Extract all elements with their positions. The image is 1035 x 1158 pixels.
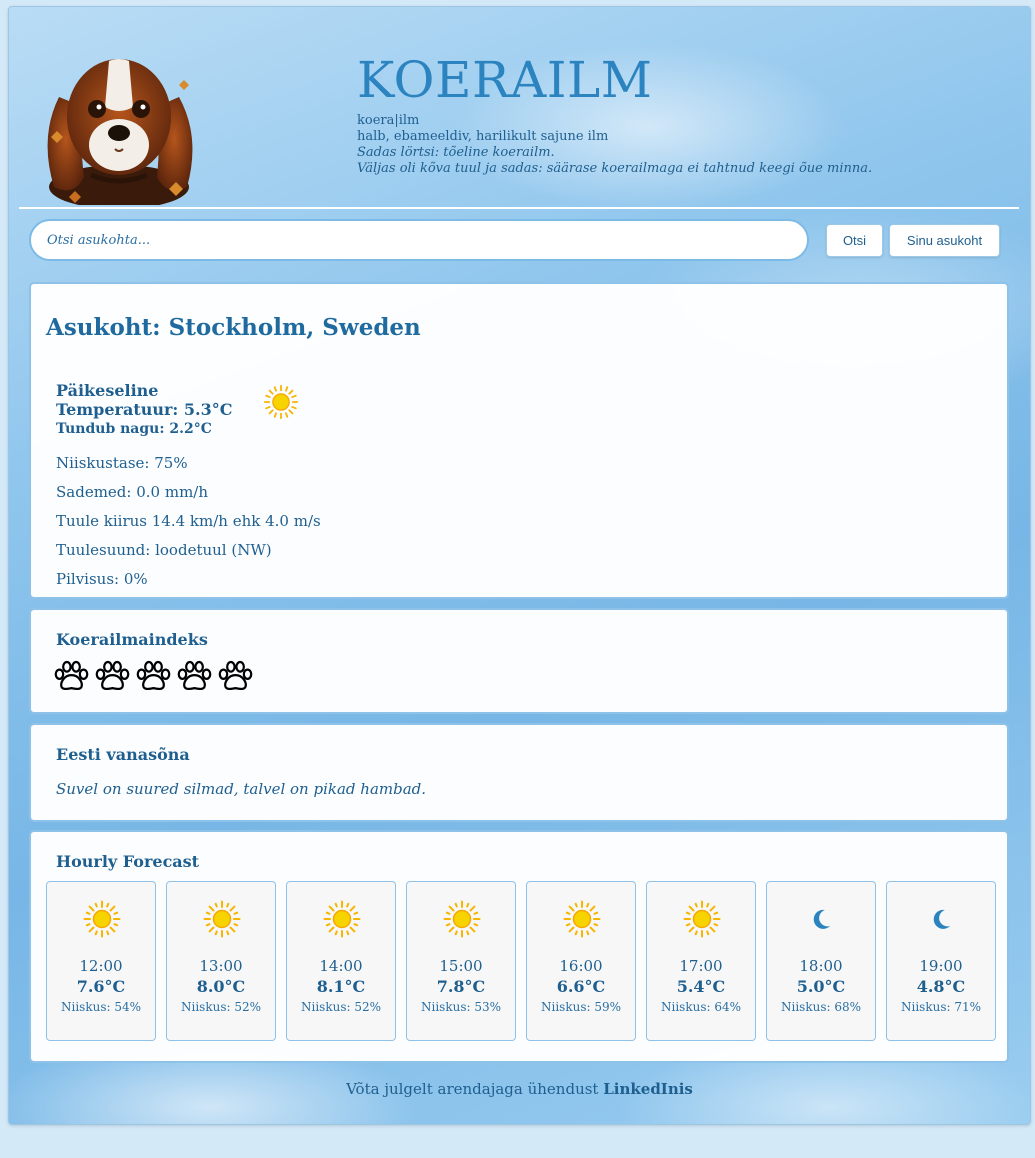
paw-icon bbox=[217, 660, 254, 698]
sun-icon bbox=[443, 900, 481, 938]
feels-like: Tundub nagu: 2.2°C bbox=[56, 421, 212, 437]
definition-word: koera|ilm bbox=[357, 113, 420, 128]
paw-icon bbox=[176, 660, 213, 698]
hour-time: 16:00 bbox=[559, 957, 603, 975]
hour-card: 14:00 8.1°C Niiskus: 52% bbox=[286, 881, 396, 1041]
definition-meaning: halb, ebameeldiv, harilikult sajune ilm bbox=[357, 129, 609, 144]
paw-icon bbox=[94, 660, 131, 698]
hour-card: 18:00 5.0°C Niiskus: 68% bbox=[766, 881, 876, 1041]
location-title: Asukoht: Stockholm, Sweden bbox=[46, 314, 421, 341]
search-input[interactable] bbox=[29, 219, 809, 261]
hourly-forecast-card: Hourly Forecast 12:00 7.6°C Niiskus: 54% 13… bbox=[29, 830, 1009, 1063]
hour-time: 17:00 bbox=[679, 957, 723, 975]
cloudiness: Pilvisus: 0% bbox=[56, 570, 148, 588]
dog-index-heading: Koerailmaindeks bbox=[56, 630, 208, 649]
hour-card: 19:00 4.8°C Niiskus: 71% bbox=[886, 881, 996, 1041]
hour-humidity: Niiskus: 54% bbox=[60, 1000, 142, 1014]
hour-time: 15:00 bbox=[439, 957, 483, 975]
hour-card: 12:00 7.6°C Niiskus: 54% bbox=[46, 881, 156, 1041]
temperature: Temperatuur: 5.3°C bbox=[56, 400, 233, 419]
hourly-list: 12:00 7.6°C Niiskus: 54% 13:00 8.0°C Niiskus:… bbox=[46, 881, 996, 1041]
hour-humidity: Niiskus: 52% bbox=[300, 1000, 382, 1014]
site-title: KOERAILM bbox=[357, 51, 653, 109]
dog-logo bbox=[47, 59, 193, 205]
definition-example-2: Väljas oli kõva tuul ja sadas: säärase k… bbox=[357, 161, 873, 176]
hour-temp: 6.6°C bbox=[556, 977, 606, 996]
hour-humidity: Niiskus: 53% bbox=[420, 1000, 502, 1014]
hour-temp: 5.0°C bbox=[796, 977, 846, 996]
footer-text: Võta julgelt arendajaga ühendust bbox=[346, 1080, 599, 1098]
hour-time: 18:00 bbox=[799, 957, 843, 975]
precipitation: Sademed: 0.0 mm/h bbox=[56, 483, 209, 501]
hour-temp: 4.8°C bbox=[916, 977, 966, 996]
hour-humidity: Niiskus: 64% bbox=[660, 1000, 742, 1014]
moon-icon bbox=[813, 909, 830, 929]
hour-card: 17:00 5.4°C Niiskus: 64% bbox=[646, 881, 756, 1041]
moon-icon bbox=[933, 909, 950, 929]
hour-card: 16:00 6.6°C Niiskus: 59% bbox=[526, 881, 636, 1041]
sun-icon bbox=[683, 900, 721, 938]
hour-temp: 8.0°C bbox=[196, 977, 246, 996]
hour-humidity: Niiskus: 71% bbox=[900, 1000, 982, 1014]
header-divider bbox=[19, 207, 1019, 209]
proverb-heading: Eesti vanasõna bbox=[56, 745, 190, 764]
humidity: Niiskustase: 75% bbox=[56, 454, 188, 472]
hour-card: 15:00 7.8°C Niiskus: 53% bbox=[406, 881, 516, 1041]
hour-time: 12:00 bbox=[79, 957, 123, 975]
dog-weather-index-card: Koerailmaindeks bbox=[29, 608, 1009, 714]
footer: Võta julgelt arendajaga ühendust LinkedI… bbox=[9, 1080, 1030, 1098]
wind-direction: Tuulesuund: loodetuul (NW) bbox=[56, 541, 272, 559]
sun-icon bbox=[203, 900, 241, 938]
hour-time: 19:00 bbox=[919, 957, 963, 975]
proverb-text: Suvel on suured silmad, talvel on pikad … bbox=[56, 780, 427, 798]
word-definition: koera|ilm halb, ebameeldiv, harilikult s… bbox=[357, 113, 872, 177]
sun-icon bbox=[83, 900, 121, 938]
hour-humidity: Niiskus: 52% bbox=[180, 1000, 262, 1014]
current-weather-card: Asukoht: Stockholm, Sweden Päikeseline T… bbox=[29, 282, 1009, 599]
proverb-card: Eesti vanasõna Suvel on suured silmad, t… bbox=[29, 723, 1009, 822]
hour-time: 13:00 bbox=[199, 957, 243, 975]
weather-condition: Päikeseline bbox=[56, 381, 159, 400]
hourly-heading: Hourly Forecast bbox=[56, 852, 200, 871]
hour-humidity: Niiskus: 68% bbox=[780, 1000, 862, 1014]
my-location-button[interactable]: Sinu asukoht bbox=[889, 224, 1000, 257]
hour-card: 13:00 8.0°C Niiskus: 52% bbox=[166, 881, 276, 1041]
wind-speed: Tuule kiirus 14.4 km/h ehk 4.0 m/s bbox=[56, 512, 321, 530]
hour-temp: 8.1°C bbox=[316, 977, 366, 996]
linkedin-link[interactable]: LinkedInis bbox=[603, 1080, 693, 1098]
hour-humidity: Niiskus: 59% bbox=[540, 1000, 622, 1014]
hour-time: 14:00 bbox=[319, 957, 363, 975]
hour-temp: 7.8°C bbox=[436, 977, 486, 996]
paw-icon bbox=[53, 660, 90, 698]
hour-temp: 5.4°C bbox=[676, 977, 726, 996]
sun-icon bbox=[563, 900, 601, 938]
paw-icon bbox=[135, 660, 172, 698]
sun-icon bbox=[323, 900, 361, 938]
paw-rating bbox=[53, 660, 254, 698]
sun-icon bbox=[263, 384, 299, 420]
hour-temp: 7.6°C bbox=[76, 977, 126, 996]
page-frame: KOERAILM koera|ilm halb, ebameeldiv, har… bbox=[8, 6, 1031, 1125]
definition-example-1: Sadas lörtsi: tõeline koerailm. bbox=[357, 145, 555, 160]
search-button[interactable]: Otsi bbox=[826, 224, 883, 257]
